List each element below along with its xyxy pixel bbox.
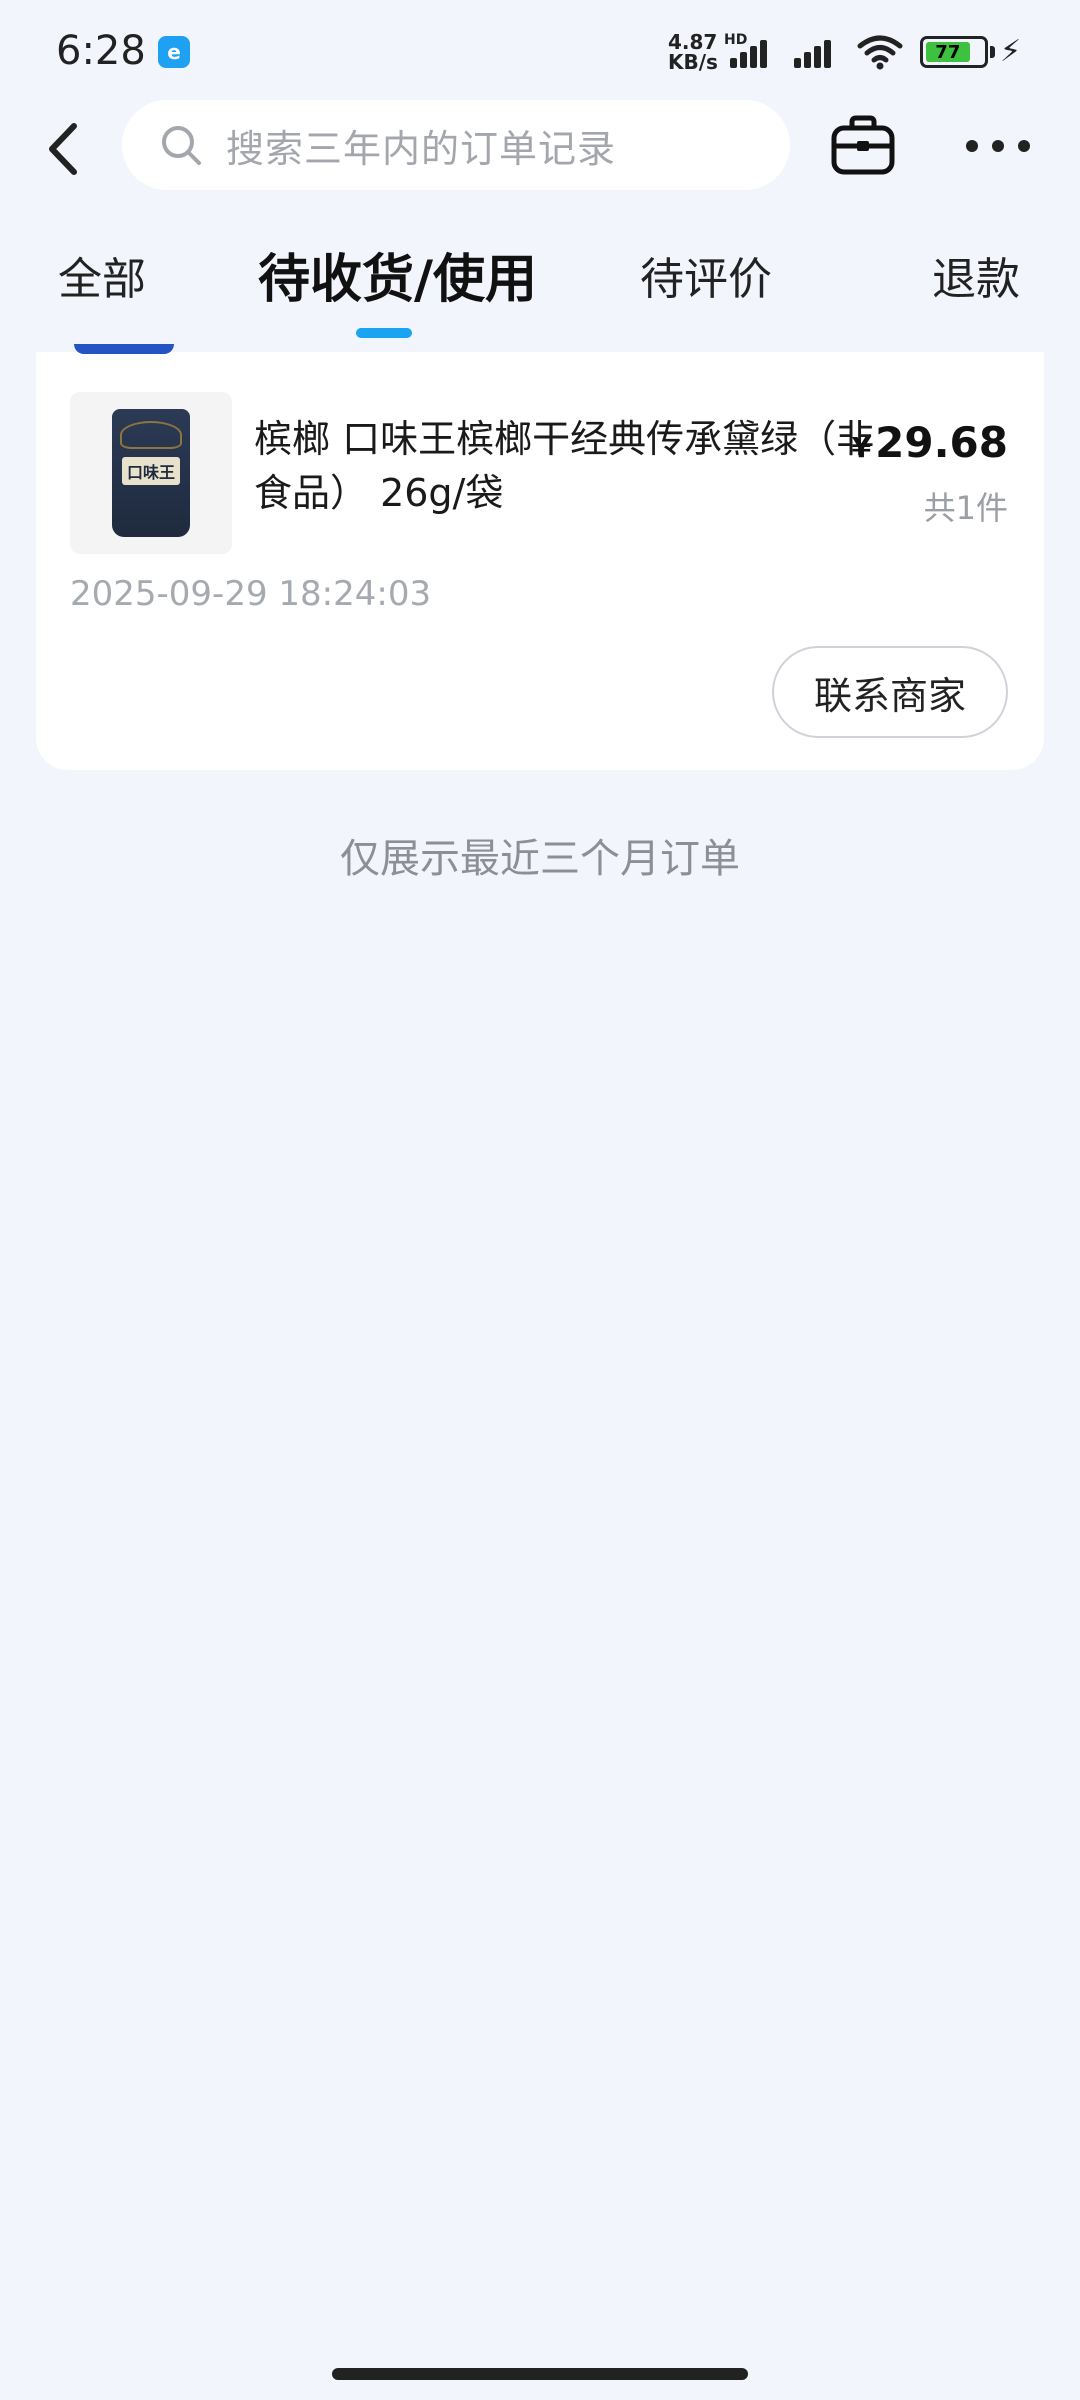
network-speed: 4.87 KB/s HD <box>668 30 747 74</box>
app-notification-icon: e <box>158 36 190 68</box>
home-indicator[interactable] <box>332 2368 748 2380</box>
search-icon <box>162 126 201 165</box>
tab-pending-review[interactable]: 待评价 <box>640 240 772 320</box>
order-price: ¥29.68 <box>852 418 1008 467</box>
currency-symbol: ¥ <box>851 431 872 464</box>
status-bar: 6:28 e 4.87 KB/s HD 77 ⚡ <box>0 0 1080 100</box>
status-time: 6:28 <box>56 28 146 74</box>
card-header-sliver <box>74 344 174 354</box>
battery-level: 77 <box>926 42 970 63</box>
price-block: ¥29.68 共1件 <box>852 418 1008 529</box>
order-tabs: 全部 待收货/使用 待评价 退款 <box>0 240 1080 350</box>
search-input[interactable]: 搜索三年内的订单记录 <box>122 100 790 190</box>
network-speed-value: 4.87 <box>668 30 718 54</box>
tab-refund[interactable]: 退款 <box>932 240 1020 320</box>
back-arrow-icon[interactable] <box>36 114 96 184</box>
recent-orders-notice: 仅展示最近三个月订单 <box>340 836 740 882</box>
battery-icon: 77 <box>920 36 988 68</box>
order-quantity: 共1件 <box>923 489 1008 527</box>
signal-icon <box>794 36 840 68</box>
search-placeholder: 搜索三年内的订单记录 <box>226 126 617 171</box>
active-tab-indicator <box>356 328 412 338</box>
signal-icon <box>730 36 776 68</box>
more-icon[interactable] <box>966 128 1030 164</box>
order-timestamp: 2025-09-29 18:24:03 <box>70 574 432 614</box>
tab-all[interactable]: 全部 <box>58 240 146 320</box>
tab-pending-receipt[interactable]: 待收货/使用 <box>258 240 537 320</box>
thumbnail-label: 口味王 <box>122 457 180 485</box>
header: 搜索三年内的订单记录 <box>0 100 1080 210</box>
product-title[interactable]: 槟榔 口味王槟榔干经典传承黛绿（非食品） 26g/袋 <box>254 412 884 520</box>
battery-tip <box>990 46 995 58</box>
network-speed-unit: KB/s <box>668 50 718 74</box>
contact-seller-button[interactable]: 联系商家 <box>772 646 1008 738</box>
order-card[interactable]: 口味王 槟榔 口味王槟榔干经典传承黛绿（非食品） 26g/袋 ¥29.68 共1… <box>36 344 1044 770</box>
product-package-image: 口味王 <box>112 409 190 537</box>
wifi-icon <box>857 35 903 70</box>
price-value: 29.68 <box>875 418 1008 467</box>
charging-icon: ⚡ <box>1000 34 1022 69</box>
toolbox-icon[interactable] <box>830 114 896 178</box>
product-thumbnail[interactable]: 口味王 <box>70 392 232 554</box>
